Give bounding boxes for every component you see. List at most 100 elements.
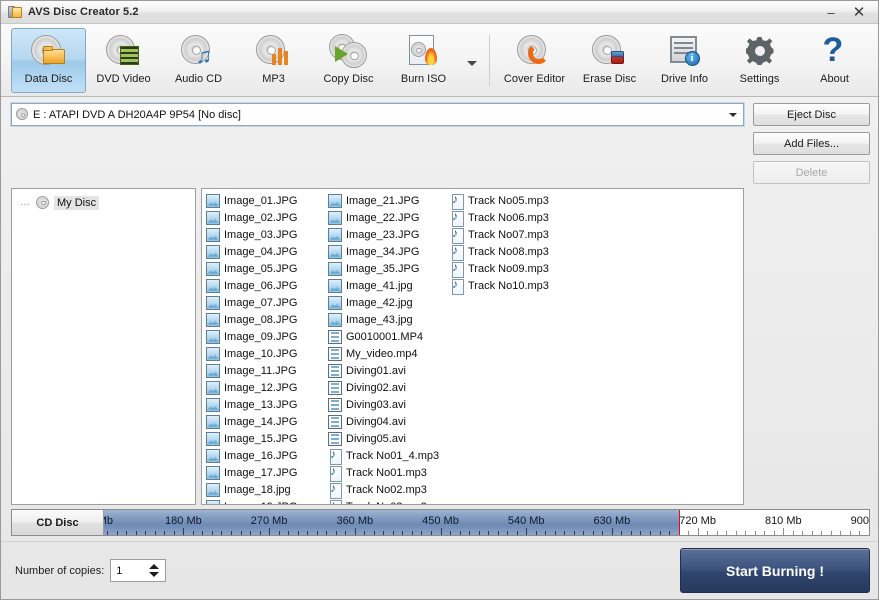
file-name: Image_23.JPG (346, 229, 419, 241)
file-list-panel[interactable]: Image_01.JPGImage_02.JPGImage_03.JPGImag… (201, 188, 744, 505)
toolbar-item-about[interactable]: ? About (797, 28, 872, 93)
file-list-item[interactable]: Image_42.jpg (328, 294, 450, 311)
file-list-item[interactable]: Image_14.JPG (206, 413, 328, 430)
file-list-item[interactable]: Image_22.JPG (328, 209, 450, 226)
capacity-bar[interactable]: 0 Mb90 Mb180 Mb270 Mb360 Mb450 Mb540 Mb6… (11, 509, 870, 536)
file-name: Track No09.mp3 (468, 263, 549, 275)
file-list-item[interactable]: G0010001.MP4 (328, 328, 450, 345)
toolbar-item-data-disc[interactable]: Data Disc (11, 28, 86, 93)
file-list-item[interactable]: My_video.mp4 (328, 345, 450, 362)
close-button[interactable]: ✕ (846, 3, 872, 21)
file-list-item[interactable]: Image_02.JPG (206, 209, 328, 226)
file-list-item[interactable]: Image_04.JPG (206, 243, 328, 260)
file-list-item[interactable]: Track No01.mp3 (328, 464, 450, 481)
audio-file-icon (450, 211, 464, 225)
file-list-item[interactable]: Track No07.mp3 (450, 226, 590, 243)
file-list-item[interactable]: Image_23.JPG (328, 226, 450, 243)
toolbar-item-dvd-video[interactable]: DVD Video (86, 28, 161, 93)
file-list-item[interactable]: Diving03.avi (328, 396, 450, 413)
drive-select[interactable]: E : ATAPI DVD A DH20A4P 9P54 [No disc] (11, 103, 744, 126)
capacity-tick-label: 450 Mb (422, 515, 459, 527)
audio-file-icon (450, 245, 464, 259)
file-list-item[interactable]: Image_08.JPG (206, 311, 328, 328)
copies-value[interactable]: 1 (111, 565, 146, 577)
tree-node-label: My Disc (54, 196, 99, 210)
file-list-item[interactable]: Image_07.JPG (206, 294, 328, 311)
file-list-item[interactable]: Track No08.mp3 (450, 243, 590, 260)
toolbar-item-drive-info[interactable]: i Drive Info (647, 28, 722, 93)
file-name: Image_41.jpg (346, 280, 413, 292)
file-list-item[interactable]: Image_34.JPG (328, 243, 450, 260)
file-list-item[interactable]: Image_35.JPG (328, 260, 450, 277)
file-list-item[interactable]: Image_09.JPG (206, 328, 328, 345)
file-list-item[interactable]: Image_06.JPG (206, 277, 328, 294)
toolbar-item-audio-cd[interactable]: ♫ Audio CD (161, 28, 236, 93)
file-name: Diving02.avi (346, 382, 406, 394)
audio-file-icon (328, 466, 342, 480)
tree-node-my-disc[interactable]: … My Disc (12, 194, 195, 211)
file-list-item[interactable]: Track No10.mp3 (450, 277, 590, 294)
file-list-item[interactable]: Diving05.avi (328, 430, 450, 447)
file-list-item[interactable]: Track No06.mp3 (450, 209, 590, 226)
file-list-item[interactable]: Track No03.mp3 (328, 498, 450, 505)
triangle-up-icon[interactable] (149, 564, 159, 569)
file-name: Track No02.mp3 (346, 484, 427, 496)
image-file-icon (328, 228, 342, 242)
file-list-item[interactable]: Image_41.jpg (328, 277, 450, 294)
toolbar-item-settings[interactable]: Settings (722, 28, 797, 93)
file-list-item[interactable]: Image_18.jpg (206, 481, 328, 498)
number-of-copies-stepper[interactable]: 1 (110, 559, 166, 582)
file-list-item[interactable]: Image_21.JPG (328, 192, 450, 209)
toolbar-item-erase-disc[interactable]: Erase Disc (572, 28, 647, 93)
file-name: Image_04.JPG (224, 246, 297, 258)
toolbar-item-copy-disc[interactable]: Copy Disc (311, 28, 386, 93)
start-burning-button[interactable]: Start Burning ! (680, 548, 870, 593)
toolbar-item-cover-editor[interactable]: Cover Editor (497, 28, 572, 93)
delete-button[interactable]: Delete (753, 161, 870, 184)
file-name: Image_34.JPG (346, 246, 419, 258)
toolbar-item-burn-iso[interactable]: Burn ISO (386, 28, 461, 93)
file-list-item[interactable]: Track No09.mp3 (450, 260, 590, 277)
audio-file-icon (328, 483, 342, 497)
minimize-button[interactable]: – (818, 3, 844, 21)
image-file-icon (328, 313, 342, 327)
chevron-down-icon[interactable] (461, 27, 483, 96)
file-list-item[interactable]: Diving01.avi (328, 362, 450, 379)
title-bar: AVS Disc Creator 5.2 – ✕ (1, 1, 878, 24)
image-file-icon (206, 245, 220, 259)
eject-disc-button[interactable]: Eject Disc (753, 103, 870, 126)
toolbar-label: Data Disc (25, 73, 73, 85)
file-list-item[interactable]: Diving04.avi (328, 413, 450, 430)
file-list-item[interactable]: Image_43.jpg (328, 311, 450, 328)
file-name: Image_06.JPG (224, 280, 297, 292)
file-list-item[interactable]: Image_12.JPG (206, 379, 328, 396)
file-name: My_video.mp4 (346, 348, 418, 360)
file-list-item[interactable]: Track No02.mp3 (328, 481, 450, 498)
file-list-item[interactable]: Image_05.JPG (206, 260, 328, 277)
file-list-item[interactable]: Image_13.JPG (206, 396, 328, 413)
file-list-item[interactable]: Image_16.JPG (206, 447, 328, 464)
drive-info-icon: i (665, 34, 705, 70)
file-list-item[interactable]: Image_03.JPG (206, 226, 328, 243)
toolbar-item-mp3[interactable]: MP3 (236, 28, 311, 93)
image-file-icon (206, 364, 220, 378)
file-list-item[interactable]: Track No01_4.mp3 (328, 447, 450, 464)
file-list-item[interactable]: Track No05.mp3 (450, 192, 590, 209)
file-name: Track No08.mp3 (468, 246, 549, 258)
file-list-item[interactable]: Image_01.JPG (206, 192, 328, 209)
capacity-tick-label: 540 Mb (508, 515, 545, 527)
file-list-item[interactable]: Image_11.JPG (206, 362, 328, 379)
file-list-item[interactable]: Image_15.JPG (206, 430, 328, 447)
drive-select-value: E : ATAPI DVD A DH20A4P 9P54 [No disc] (33, 109, 724, 121)
question-mark-icon: ? (815, 34, 855, 70)
file-list-item[interactable]: Diving02.avi (328, 379, 450, 396)
file-name: G0010001.MP4 (346, 331, 423, 343)
disc-type-tab[interactable]: CD Disc (12, 510, 104, 535)
file-list-item[interactable]: Image_19.JPG (206, 498, 328, 505)
add-files-button[interactable]: Add Files... (753, 132, 870, 155)
chevron-down-icon[interactable] (724, 105, 741, 124)
file-name: Image_15.JPG (224, 433, 297, 445)
file-list-item[interactable]: Image_10.JPG (206, 345, 328, 362)
file-list-item[interactable]: Image_17.JPG (206, 464, 328, 481)
triangle-down-icon[interactable] (149, 572, 159, 577)
